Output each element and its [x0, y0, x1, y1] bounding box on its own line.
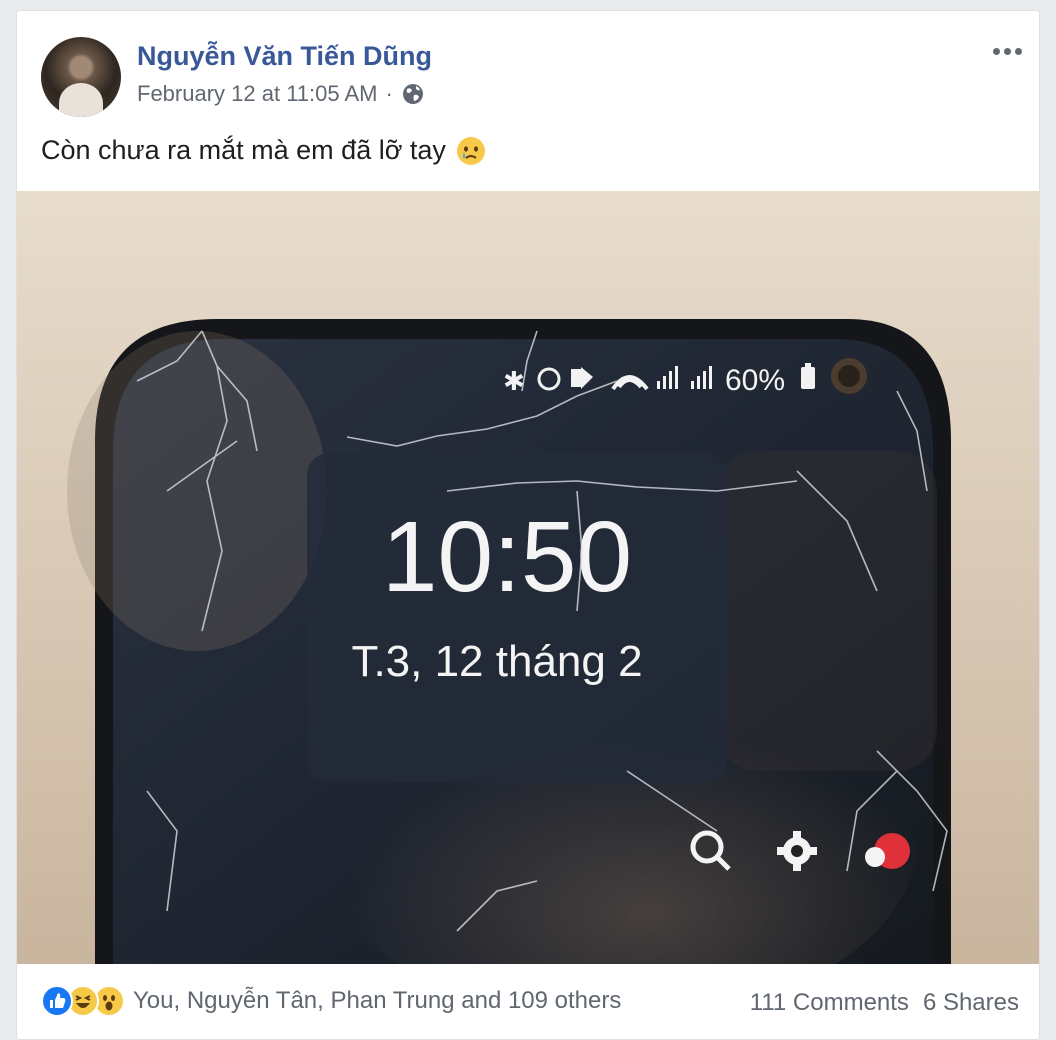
post-photo[interactable]: ✱ 60% 10:50 T.3, 12 tháng 2 [17, 191, 1039, 964]
engagement-counts: 111 Comments 6 Shares [750, 989, 1019, 1017]
svg-text:✱: ✱ [503, 367, 525, 397]
avatar[interactable] [41, 37, 121, 117]
post-caption: Còn chưa ra mắt mà em đã lỡ tay [41, 135, 486, 166]
meta-separator: · [385, 81, 393, 106]
post-header: Nguyễn Văn Tiến Dũng February 12 at 11:0… [17, 11, 1039, 131]
reactions-summary[interactable]: You, Nguyễn Tân, Phan Trung and 109 othe… [41, 985, 621, 1017]
post-meta: February 12 at 11:05 AM · [137, 81, 425, 107]
post-card: Nguyễn Văn Tiến Dũng February 12 at 11:0… [16, 10, 1040, 1040]
engagement-bar: You, Nguyễn Tân, Phan Trung and 109 othe… [17, 973, 1039, 1033]
more-options-icon[interactable] [987, 39, 1027, 63]
author-name[interactable]: Nguyễn Văn Tiến Dũng [137, 41, 432, 72]
reactors-text[interactable]: You, Nguyễn Tân, Phan Trung and 109 othe… [133, 987, 621, 1015]
comments-count[interactable]: 111 Comments [750, 989, 909, 1017]
globe-icon[interactable] [401, 82, 425, 106]
lockscreen-date: T.3, 12 tháng 2 [351, 637, 642, 686]
battery-percent: 60% [725, 364, 785, 397]
post-timestamp[interactable]: February 12 at 11:05 AM [137, 81, 378, 107]
crying-face-emoji [456, 136, 486, 166]
shares-count[interactable]: 6 Shares [923, 989, 1019, 1017]
like-icon [41, 985, 73, 1017]
lockscreen-clock: 10:50 [382, 501, 632, 613]
caption-text: Còn chưa ra mắt mà em đã lỡ tay [41, 135, 446, 165]
